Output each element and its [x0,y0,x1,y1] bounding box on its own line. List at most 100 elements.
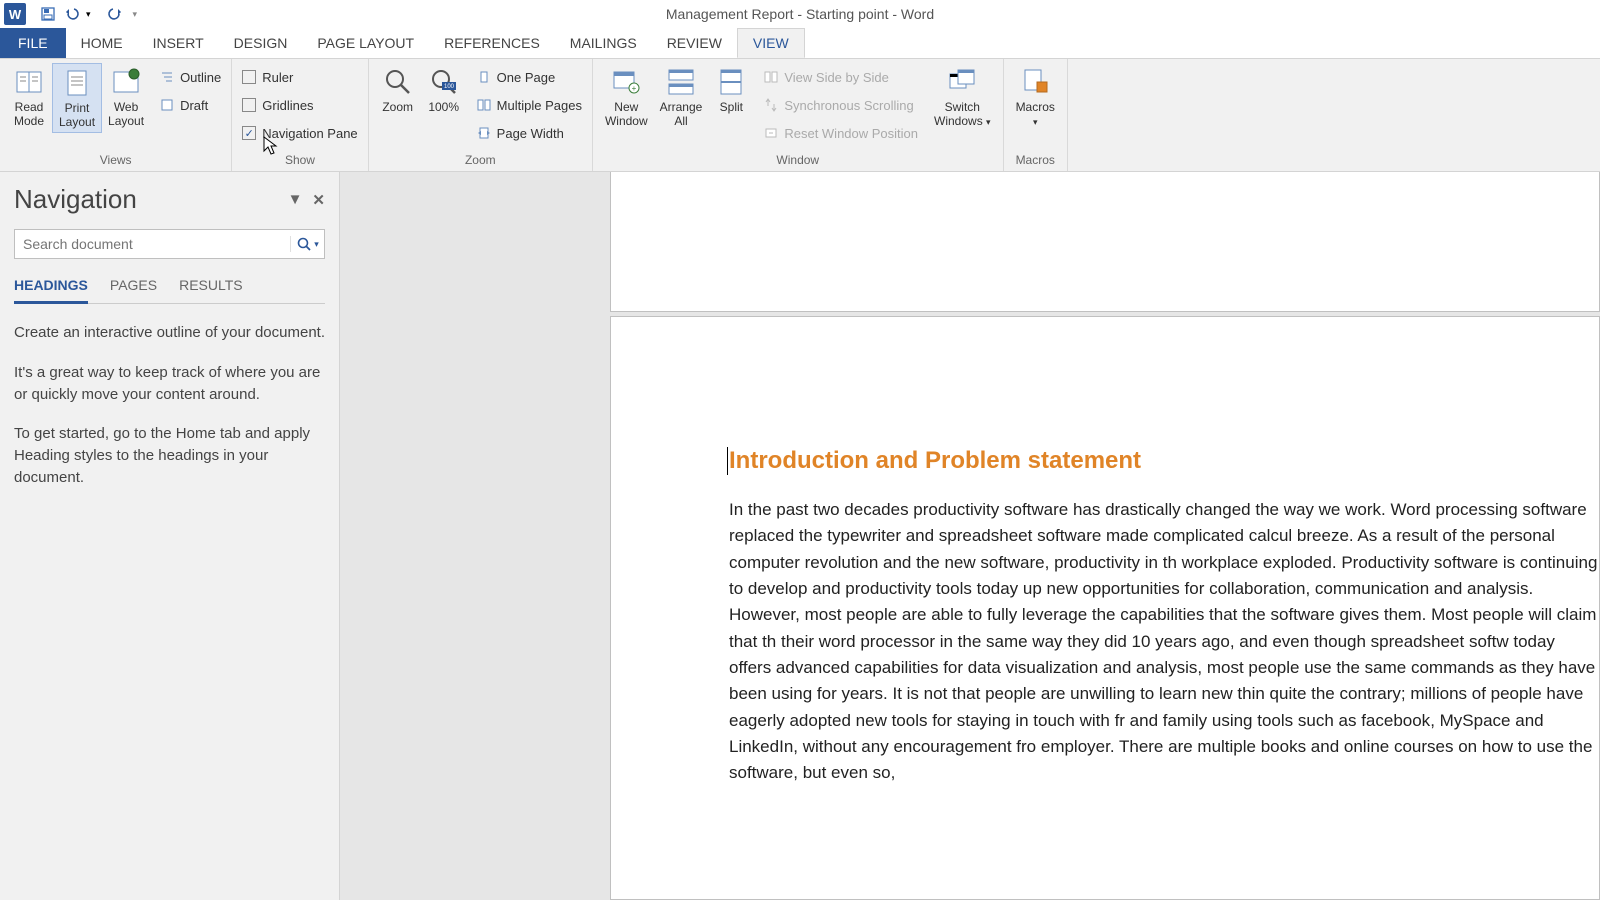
undo-button[interactable] [60,3,84,25]
tab-references[interactable]: REFERENCES [429,28,555,58]
zoom-button[interactable]: Zoom [375,63,421,117]
group-zoom: Zoom 100 100% One Page Multiple Pages Pa… [369,59,593,171]
search-button[interactable]: ▾ [290,236,324,252]
side-by-side-icon [762,68,780,86]
navtab-results[interactable]: RESULTS [179,273,243,303]
reset-pos-label: Reset Window Position [784,126,918,141]
read-mode-button[interactable]: ReadMode [6,63,52,131]
navpane-close-icon[interactable]: ✕ [312,191,325,209]
switch-windows-label: SwitchWindows ▾ [934,101,991,129]
navtab-headings[interactable]: HEADINGS [14,273,88,304]
tab-page-layout[interactable]: PAGE LAYOUT [302,28,429,58]
new-window-icon: + [609,65,643,99]
navpane-help3: To get started, go to the Home tab and a… [14,423,325,488]
gridlines-label: Gridlines [262,98,313,113]
tab-view[interactable]: VIEW [737,28,805,58]
title-bar: W ▾ ▾ Management Report - Starting point… [0,0,1600,28]
reset-window-position-button[interactable]: Reset Window Position [758,119,922,147]
print-layout-icon [60,66,94,100]
tab-file[interactable]: FILE [0,28,66,58]
one-page-label: One Page [497,70,556,85]
ribbon: ReadMode PrintLayout WebLayout Outline D… [0,58,1600,172]
tab-insert[interactable]: INSERT [138,28,219,58]
one-page-icon [475,68,493,86]
checkbox-icon [242,98,256,112]
arrange-all-button[interactable]: ArrangeAll [654,63,709,131]
print-layout-button[interactable]: PrintLayout [52,63,102,133]
document-title: Management Report - Starting point - Wor… [666,6,934,22]
multiple-pages-label: Multiple Pages [497,98,582,113]
draft-icon [158,96,176,114]
document-area[interactable]: Introduction and Problem statement In th… [340,172,1600,900]
web-layout-icon [109,65,143,99]
side-by-side-label: View Side by Side [784,70,889,85]
zoom-100-icon: 100 [427,65,461,99]
sync-scroll-icon [762,96,780,114]
tab-home[interactable]: HOME [66,28,138,58]
redo-button[interactable] [103,3,127,25]
navpane-dropdown-icon[interactable]: ▼ [288,191,303,209]
gridlines-checkbox[interactable]: Gridlines [238,91,361,119]
document-heading[interactable]: Introduction and Problem statement [729,447,1599,475]
new-window-button[interactable]: + NewWindow [599,63,654,131]
zoom-icon [381,65,415,99]
group-views: ReadMode PrintLayout WebLayout Outline D… [0,59,232,171]
draft-label: Draft [180,98,208,113]
word-app-icon: W [4,3,26,25]
undo-dropdown-icon[interactable]: ▾ [86,9,91,20]
tab-design[interactable]: DESIGN [219,28,303,58]
ribbon-tabs: FILE HOME INSERT DESIGN PAGE LAYOUT REFE… [0,28,1600,58]
navpane-tabs: HEADINGS PAGES RESULTS [14,273,325,304]
body-text-1: In the past two decades productivity sof… [729,500,1597,730]
switch-windows-button[interactable]: SwitchWindows ▾ [928,63,997,131]
arrange-all-label: ArrangeAll [660,101,703,129]
macros-button[interactable]: Macros▾ [1010,63,1061,131]
print-layout-label: PrintLayout [59,102,95,130]
synchronous-scrolling-button[interactable]: Synchronous Scrolling [758,91,922,119]
group-macros: Macros▾ Macros [1004,59,1068,171]
ruler-label: Ruler [262,70,293,85]
page-width-label: Page Width [497,126,564,141]
navtab-pages[interactable]: PAGES [110,273,157,303]
macros-icon [1018,65,1052,99]
reset-pos-icon [762,124,780,142]
outline-button[interactable]: Outline [154,63,225,91]
search-document-box[interactable]: ▾ [14,229,325,259]
views-group-label: Views [6,151,225,169]
zoom-100-button[interactable]: 100 100% [421,63,467,117]
svg-text:+: + [632,84,637,93]
spell-error-1[interactable]: facebook [1361,711,1430,730]
search-input[interactable] [15,236,290,252]
new-window-label: NewWindow [605,101,648,129]
page-width-icon [475,124,493,142]
split-icon [714,65,748,99]
save-button[interactable] [36,3,60,25]
draft-button[interactable]: Draft [154,91,225,119]
heading-text: Introduction and Problem statement [729,447,1141,474]
svg-text:100: 100 [444,84,455,90]
sync-scroll-label: Synchronous Scrolling [784,98,913,113]
web-layout-button[interactable]: WebLayout [102,63,150,131]
ruler-checkbox[interactable]: Ruler [238,63,361,91]
split-label: Split [720,101,743,115]
document-page[interactable]: Introduction and Problem statement In th… [610,316,1600,900]
group-show: Ruler Gridlines ✓ Navigation Pane Show [232,59,368,171]
macros-label: Macros▾ [1016,101,1055,129]
document-body[interactable]: In the past two decades productivity sof… [729,497,1599,787]
tab-review[interactable]: REVIEW [652,28,737,58]
navigation-pane-checkbox[interactable]: ✓ Navigation Pane [238,119,361,147]
view-side-by-side-button[interactable]: View Side by Side [758,63,922,91]
checkbox-icon [242,70,256,84]
page-width-button[interactable]: Page Width [471,119,586,147]
zoom-group-label: Zoom [375,151,586,169]
navpane-help1: Create an interactive outline of your do… [14,322,325,344]
tab-mailings[interactable]: MAILINGS [555,28,652,58]
spell-error-2[interactable]: MySpace [1440,711,1511,730]
multiple-pages-icon [475,96,493,114]
navigation-pane-label: Navigation Pane [262,126,357,141]
split-button[interactable]: Split [708,63,754,117]
qat-customize-icon[interactable]: ▾ [133,9,138,20]
one-page-button[interactable]: One Page [471,63,586,91]
navpane-help2: It's a great way to keep track of where … [14,362,325,406]
multiple-pages-button[interactable]: Multiple Pages [471,91,586,119]
